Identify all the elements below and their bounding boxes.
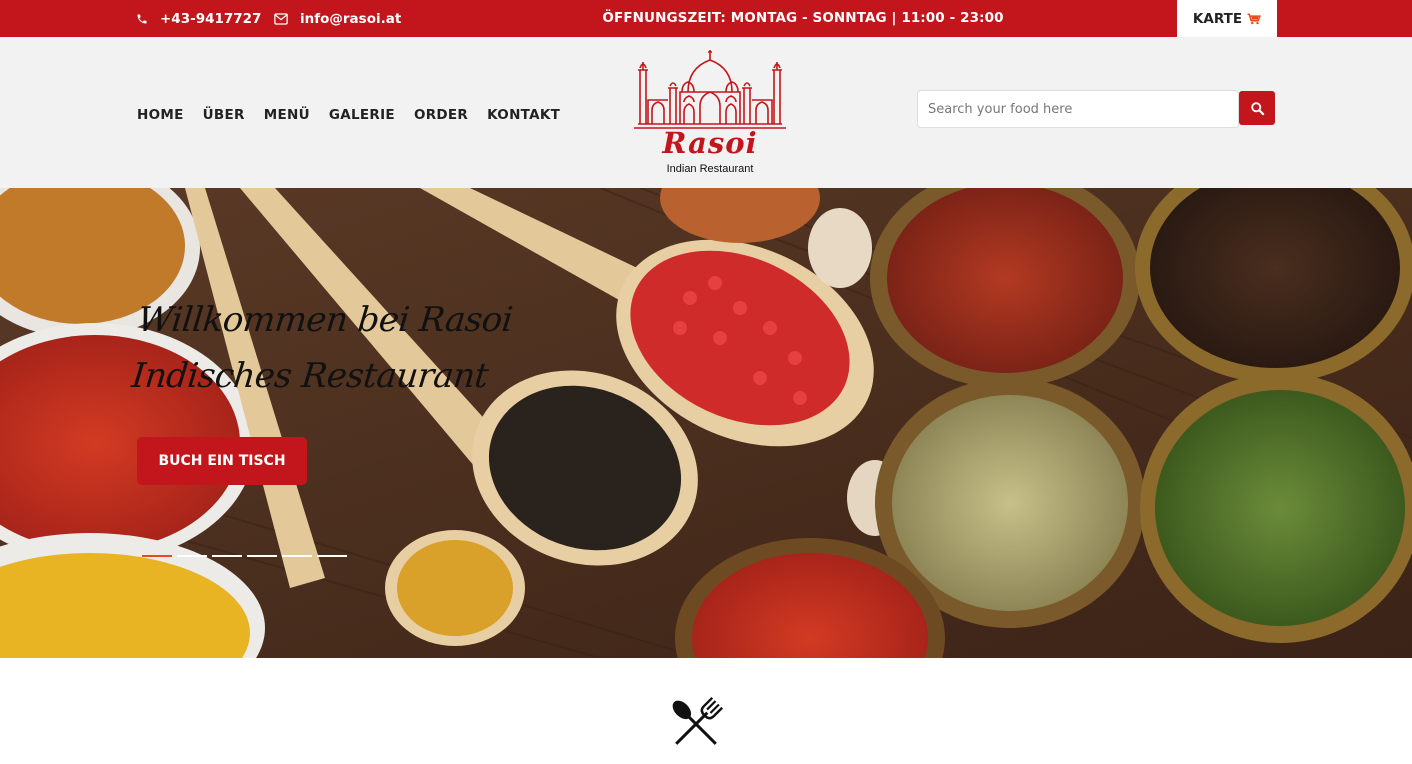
slider-dots bbox=[142, 555, 352, 557]
search-icon bbox=[1250, 101, 1264, 115]
cart-button[interactable]: KARTE bbox=[1177, 0, 1277, 37]
nav-item-home[interactable]: HOME bbox=[137, 107, 184, 123]
slider-dot[interactable] bbox=[142, 555, 172, 557]
spices-background-image bbox=[0, 188, 1412, 658]
nav-item-uber[interactable]: ÜBER bbox=[203, 107, 245, 123]
search-button[interactable] bbox=[1239, 91, 1275, 125]
email-address: info@rasoi.at bbox=[300, 10, 402, 27]
site-header: HOME ÜBER MENÜ GALERIE ORDER KONTAKT Ras… bbox=[0, 37, 1412, 188]
nav-item-menu[interactable]: MENÜ bbox=[264, 107, 310, 123]
logo-tagline: Indian Restaurant bbox=[666, 163, 754, 175]
logo-brand: Rasoi bbox=[662, 126, 758, 160]
phone-number: +43-9417727 bbox=[160, 10, 262, 27]
search-input[interactable] bbox=[917, 90, 1239, 128]
site-logo[interactable]: Rasoi Indian Restaurant bbox=[630, 40, 790, 180]
spoon-fork-icon bbox=[672, 696, 724, 745]
opening-hours: ÖFFNUNGSZEIT: MONTAG - SONNTAG | 11:00 -… bbox=[602, 10, 1004, 26]
phone-contact[interactable]: +43-9417727 bbox=[136, 0, 261, 37]
slider-dot[interactable] bbox=[317, 555, 347, 557]
slider-dot[interactable] bbox=[212, 555, 242, 557]
hero-title: Willkommen bei Rasoi Indisches Restauran… bbox=[129, 300, 515, 396]
nav-item-galerie[interactable]: GALERIE bbox=[329, 107, 395, 123]
slider-dot[interactable] bbox=[282, 555, 312, 557]
envelope-icon bbox=[274, 12, 288, 25]
cart-label: KARTE bbox=[1192, 10, 1243, 27]
hero-slider: Willkommen bei Rasoi Indisches Restauran… bbox=[0, 188, 1412, 658]
cart-icon bbox=[1247, 13, 1261, 24]
taj-mahal-logo-icon bbox=[634, 50, 786, 129]
main-nav: HOME ÜBER MENÜ GALERIE ORDER KONTAKT bbox=[137, 107, 579, 123]
book-table-button[interactable]: BUCH EIN TISCH bbox=[137, 437, 307, 485]
nav-item-order[interactable]: ORDER bbox=[414, 107, 468, 123]
slider-dot[interactable] bbox=[247, 555, 277, 557]
phone-icon bbox=[137, 14, 147, 23]
slider-dot[interactable] bbox=[177, 555, 207, 557]
top-bar: +43-9417727 info@rasoi.at ÖFFNUNGSZEIT: … bbox=[0, 0, 1412, 37]
email-contact[interactable]: info@rasoi.at bbox=[274, 0, 401, 37]
nav-item-kontakt[interactable]: KONTAKT bbox=[487, 107, 560, 123]
